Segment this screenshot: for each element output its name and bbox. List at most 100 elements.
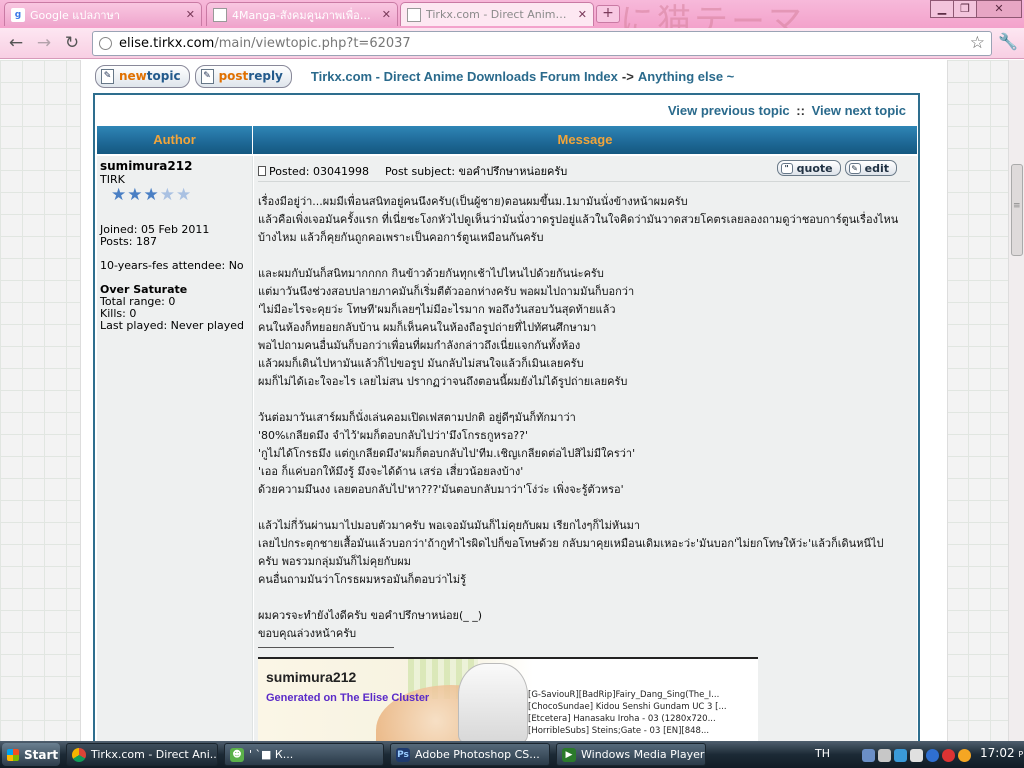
new-topic-icon: ✎	[101, 68, 114, 84]
signature-banner[interactable]: sumimura212 Generated on The Elise Clust…	[258, 657, 758, 741]
tab-google-translate[interactable]: g Google แปลภาษา ✕	[4, 2, 202, 26]
back-arrow-icon[interactable]: ←	[5, 33, 27, 55]
tray-app-icon[interactable]	[910, 748, 923, 762]
taskbar-item-messenger[interactable]: ☻ ' `■ К...	[224, 743, 384, 766]
maximize-button[interactable]: ❐	[953, 0, 977, 18]
quote-button[interactable]: " quote	[776, 160, 841, 176]
attendee-status: 10-years-fes attendee: No	[100, 259, 244, 272]
post-message: Posted: 03041998 Post subject: ขอคำปรึกษา…	[254, 156, 917, 741]
signature-username: sumimura212	[266, 669, 357, 685]
tab-close-icon[interactable]: ✕	[578, 8, 587, 21]
tab-label: Google แปลภาษา	[30, 8, 120, 22]
wrench-menu-icon[interactable]: 🔧	[998, 32, 1018, 51]
post-line: เลยไปกระตุกชายเสื้อมันแล้วบอกว่า'ถ้ากูทำ…	[258, 537, 884, 550]
topic-action-bar: ✎ new topic ✎ post reply Tirkx.com - Direc…	[95, 63, 734, 89]
post-line: ผมควรจะทำยังไงดีครับ ขอคำปรึกษาหน่อย(_ _…	[258, 609, 483, 622]
browser-toolbar: ← → ↻ elise.tirkx.com/main/viewtopic.php…	[0, 28, 1024, 59]
post-line: คนอื่นถามมันว่าโกรธผมหรอมันก็ตอบว่าไม่รู…	[258, 573, 467, 586]
download-item: [Etcetera] Hanasaku Iroha - 03 (1280x720…	[528, 714, 716, 724]
taskbar-item-media-player[interactable]: ▶ Windows Media Player	[556, 743, 706, 766]
signature-divider	[258, 647, 394, 648]
forum-link-anything-else[interactable]: Anything else ~	[638, 69, 734, 84]
post-line: 'ไม่มีอะไรจะคุยว่ะ โทษที'ผมก็เลยๆไม่มีอะ…	[258, 303, 616, 316]
google-icon: g	[11, 7, 25, 22]
download-item: [ChocoSundae] Kidou Senshi Gundam UC 3 […	[528, 702, 727, 712]
post-count: Posts: 187	[100, 235, 157, 248]
download-item: [HorribleSubs] Steins;Gate - 03 [EN][848…	[528, 726, 710, 736]
page-icon	[213, 7, 227, 22]
tab-close-icon[interactable]: ✕	[382, 8, 391, 21]
post-line: แต่มาวันนึงช่วงสอบปลายภาคมันก็เริ่มตีตัว…	[258, 285, 635, 298]
edit-button[interactable]: ✎ edit	[844, 160, 897, 176]
post-reply-button[interactable]: ✎ post reply	[194, 64, 292, 88]
address-bar[interactable]: elise.tirkx.com/main/viewtopic.php?t=620…	[92, 31, 992, 56]
recent-downloads: [G-SaviouR][BadRip]Fairy_Dang_Sing(The_I…	[528, 689, 752, 737]
post-paragraph: วันต่อมาวันเสาร์ผมก็นั่งเล่นคอมเปิดเฟสตา…	[258, 409, 910, 499]
post-line: ครับ พอรวมกลุ่มมันก็ไม่คุยกับผม	[258, 555, 411, 568]
antivirus-icon[interactable]	[942, 748, 955, 762]
network-icon[interactable]	[862, 748, 875, 762]
post-paragraph: แล้วไม่กี่วันผ่านมาไปมอบตัวมาครับ พอเจอม…	[258, 517, 910, 589]
star-icon: ★	[111, 185, 128, 205]
page-info-icon[interactable]	[99, 37, 112, 50]
close-window-button[interactable]: ✕	[976, 0, 1022, 18]
post-line: แล้วไม่กี่วันผ่านมาไปมอบตัวมาครับ พอเจอม…	[258, 519, 641, 532]
post-header: Posted: 03041998 Post subject: ขอคำปรึกษา…	[258, 162, 567, 180]
post-line: ผมก็ไม่ได้เอะใจอะไร เลยไม่สน ปรากฏว่าจนถ…	[258, 375, 628, 388]
tab-4manga[interactable]: 4Manga-สังคมคูนภาพเพื่อค... ✕	[206, 2, 398, 26]
post-line: ด้วยความมึนงง เลยตอบกลับไป'หา???'มันตอบก…	[258, 483, 624, 496]
system-clock[interactable]: 17:02 PM	[980, 746, 1024, 760]
post-line: 'เออ ก็แค่บอกให้มึงรู้ มึงจะได้ด้าน เสร่…	[258, 465, 524, 478]
view-next-topic-link[interactable]: View next topic	[812, 103, 906, 118]
author-column-header: Author	[97, 126, 253, 154]
minimize-button[interactable]: ▁	[930, 0, 954, 18]
topic-table: View previous topic :: View next topic A…	[93, 93, 920, 741]
download-tray-icon[interactable]	[926, 748, 939, 762]
page-viewport: ✎ new topic ✎ post reply Tirkx.com - Direc…	[0, 60, 1008, 741]
new-tab-button[interactable]: +	[596, 5, 620, 23]
messenger-icon: ☻	[230, 747, 244, 762]
author-name[interactable]: sumimura212	[100, 159, 192, 173]
tab-tirkx[interactable]: Tirkx.com - Direct Anime D... ✕	[400, 2, 594, 26]
forum-index-link[interactable]: Tirkx.com - Direct Anime Downloads Forum…	[311, 69, 618, 84]
scrollbar-thumb[interactable]	[1011, 164, 1023, 256]
post-line: พอไปถามคนอื่นมันก็บอกว่าเพื่อนที่ผมกำลัง…	[258, 339, 581, 352]
chrome-icon	[72, 747, 86, 762]
browser-titlebar: に猫テーマ g Google แปลภาษา ✕ 4Manga-สังคมคูน…	[0, 0, 1024, 42]
reload-icon[interactable]: ↻	[61, 33, 83, 55]
address-url[interactable]: elise.tirkx.com/main/viewtopic.php?t=620…	[119, 36, 411, 51]
tray-app-icon[interactable]	[958, 748, 971, 762]
view-previous-topic-link[interactable]: View previous topic	[668, 103, 790, 118]
nav-separator: ::	[796, 103, 805, 118]
star-empty-icon: ★	[159, 185, 176, 205]
new-topic-button[interactable]: ✎ new topic	[95, 64, 190, 88]
topic-navigation: View previous topic :: View next topic	[668, 103, 906, 118]
photoshop-icon: Ps	[396, 747, 410, 762]
post-divider	[258, 181, 910, 182]
post-line: เรื่องมีอยู่ว่า...ผมมีเพื่อนสนิทอยู่คนนึ…	[258, 195, 688, 208]
star-empty-icon: ★	[176, 185, 193, 205]
star-icon: ★	[143, 185, 160, 205]
start-button[interactable]: Start	[2, 743, 60, 766]
post-line: แล้วผมก็เดินไปหามันแล้วก็ไปขอรูป มันกลับ…	[258, 357, 584, 370]
post-date: Posted: 03041998	[269, 165, 369, 178]
post-line: คนในห้องก็ทยอยกลับบ้าน ผมก็เห็นคนในห้องถ…	[258, 321, 597, 334]
page-scrollbar[interactable]	[1008, 60, 1024, 741]
volume-icon[interactable]	[878, 748, 891, 762]
page-icon	[407, 7, 421, 22]
post-buttons: " quote ✎ edit	[773, 160, 897, 176]
tab-close-icon[interactable]: ✕	[186, 8, 195, 21]
language-indicator[interactable]: TH	[815, 747, 830, 760]
windows-logo-icon	[7, 748, 19, 761]
post-line: แล้วคือเพิ่งเจอมันครั้งแรก ที่เนี่ยชะโงก…	[258, 213, 899, 226]
table-header: Author Message	[97, 126, 917, 154]
taskbar-item-chrome[interactable]: Tirkx.com - Direct Ani...	[66, 743, 218, 766]
tray-app-icon[interactable]	[894, 748, 907, 762]
breadcrumb-separator: ->	[621, 68, 634, 84]
edit-icon: ✎	[848, 162, 861, 174]
banner-art-character	[458, 663, 528, 741]
forward-arrow-icon[interactable]: →	[33, 33, 55, 55]
taskbar-item-photoshop[interactable]: Ps Adobe Photoshop CS...	[390, 743, 550, 766]
post-reply-icon: ✎	[200, 68, 214, 84]
bookmark-star-icon[interactable]: ☆	[970, 33, 985, 53]
